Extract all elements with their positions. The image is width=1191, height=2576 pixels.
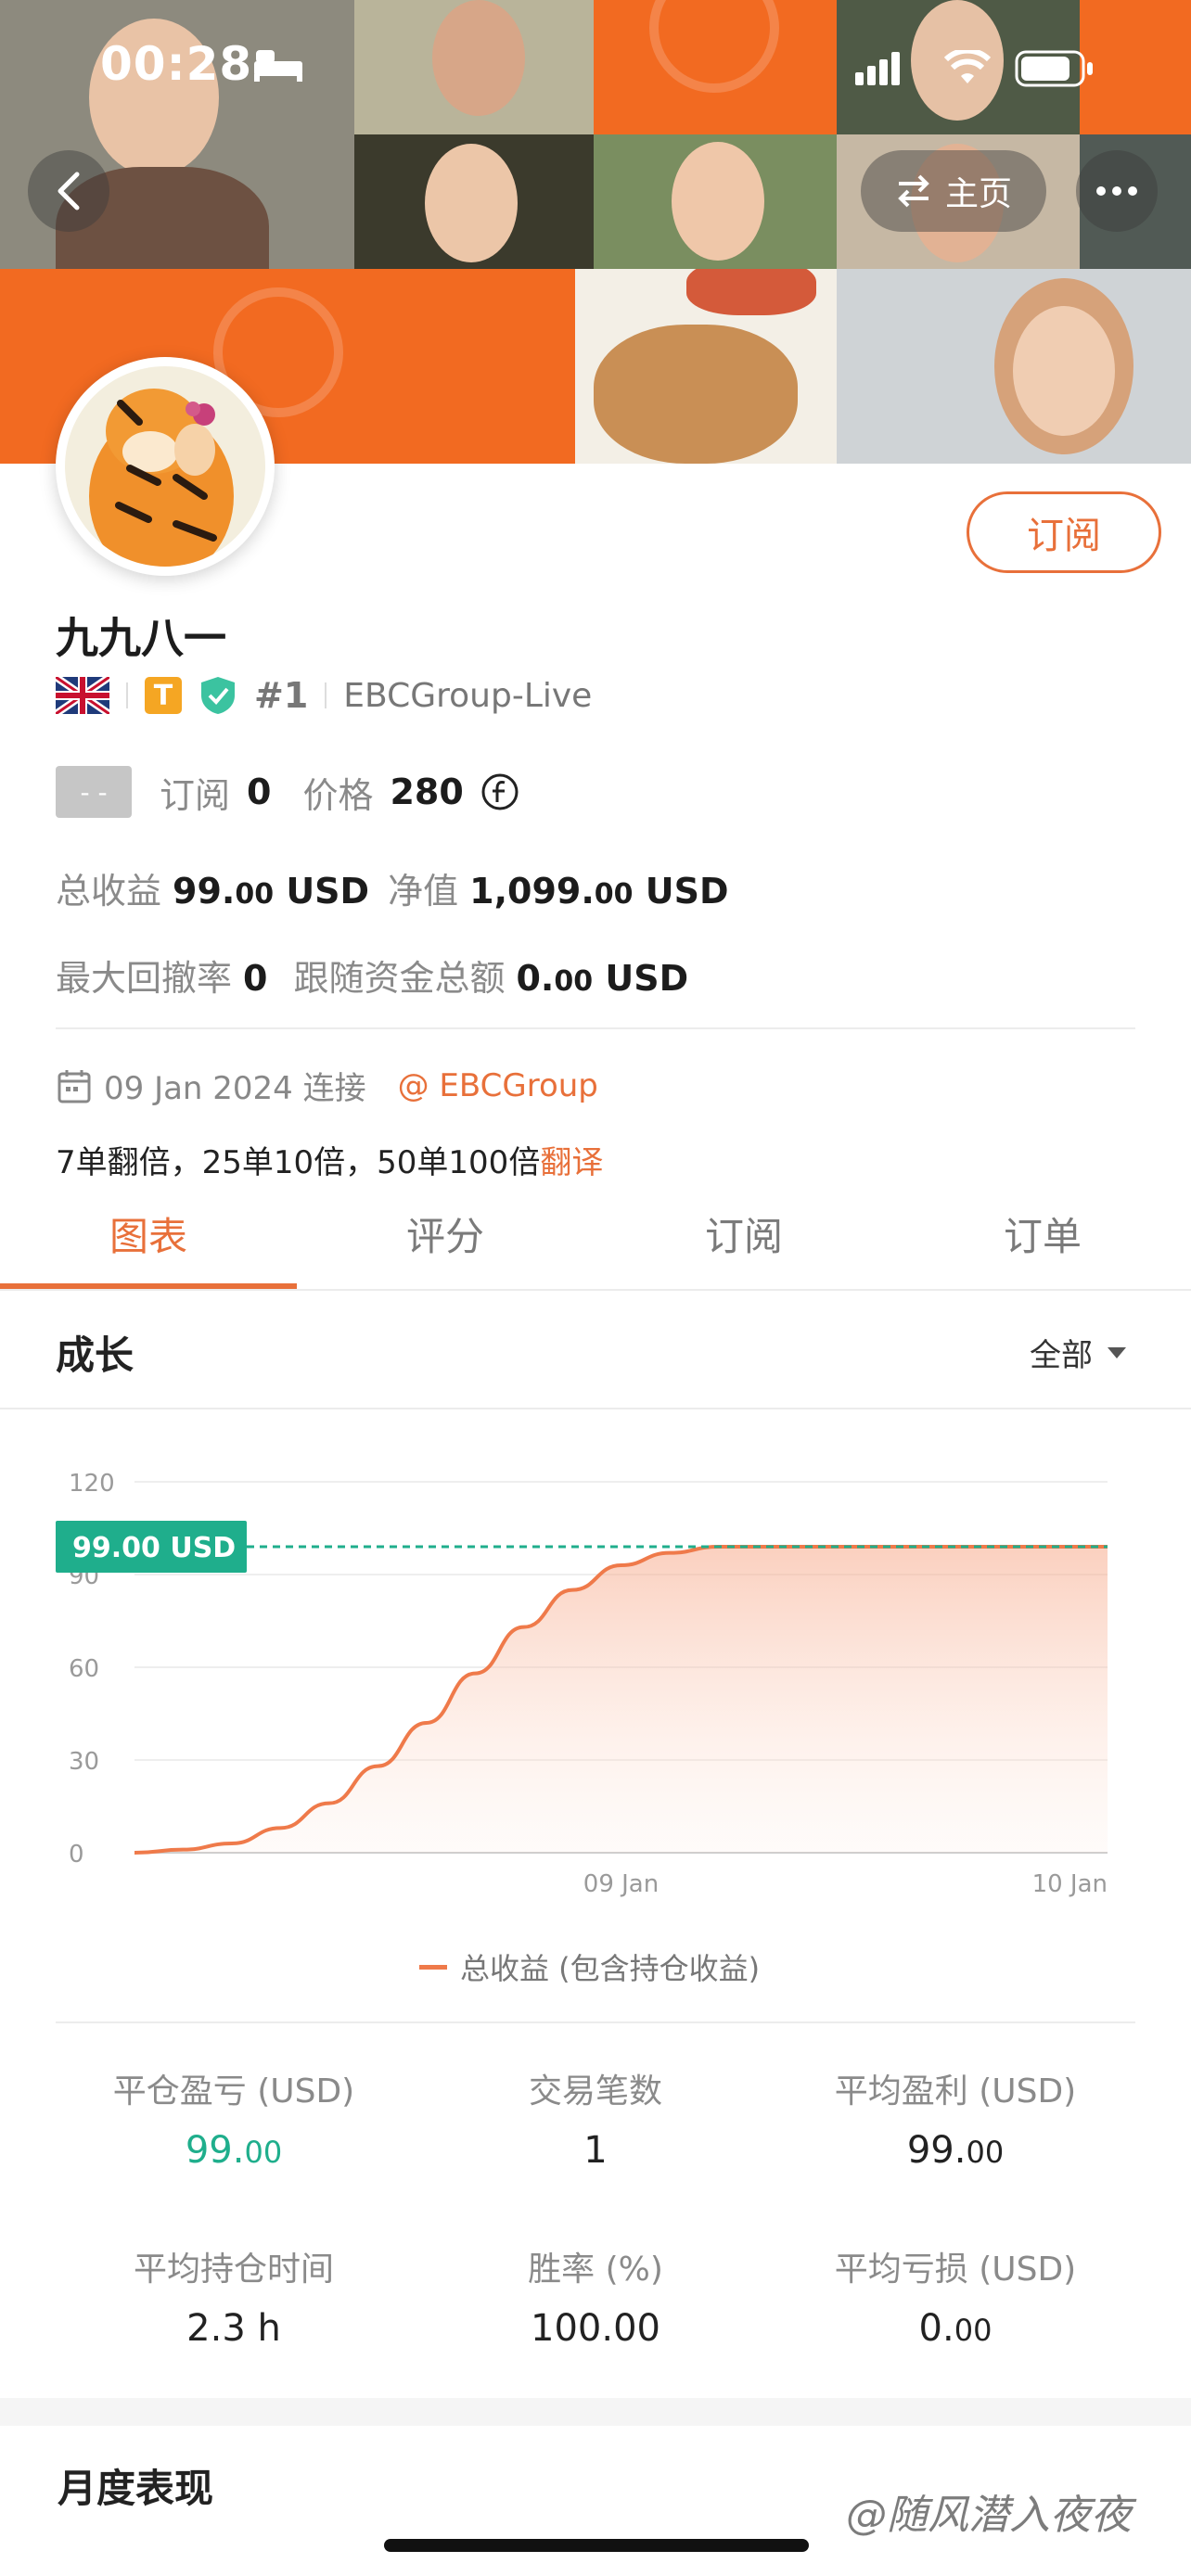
range-filter-label: 全部 (1030, 1337, 1093, 1374)
max-drawdown-value: 0 (243, 958, 268, 999)
banner-pattern (354, 269, 575, 464)
divider (56, 2021, 1135, 2023)
sleep-icon (252, 46, 304, 87)
more-icon (1096, 186, 1137, 196)
chevron-left-icon (58, 172, 80, 210)
price-row: - - 订阅 0 价格 280 (56, 766, 519, 818)
banner-photo (594, 134, 837, 269)
y-tick-label: 30 (69, 1748, 99, 1776)
connect-row: 09 Jan 2024 连接 @ EBCGroup (56, 1063, 598, 1108)
tiger-avatar-image (89, 389, 234, 567)
growth-chart: 120906030009 Jan 10 Jan 99.00 USD (56, 1470, 1108, 1898)
chart-legend: 总收益 (包含持仓收益) (419, 1945, 760, 1988)
y-tick-label: 0 (69, 1841, 84, 1868)
tab-bar: 图表 评分 订阅 订单 (0, 1187, 1191, 1291)
x-tick-label: 10 Jan (1032, 1870, 1108, 1898)
profit-row: 总收益 99.00 USD 净值 1,099.00 USD (56, 862, 729, 913)
wifi-icon (943, 47, 992, 89)
tab-rating[interactable]: 评分 (297, 1205, 594, 1262)
badges-row: T #1 EBCGroup-Live (56, 675, 592, 716)
monthly-title: 月度表现 (58, 2466, 214, 2511)
verified-shield-icon (201, 677, 235, 714)
growth-area (134, 1547, 1108, 1853)
growth-title: 成长 (56, 1333, 134, 1378)
status-chip: - - (56, 766, 132, 818)
calendar-icon (58, 1069, 91, 1103)
more-button[interactable] (1076, 150, 1158, 232)
subscriptions-label: 订阅 (160, 774, 231, 816)
y-tick-label: 60 (69, 1655, 99, 1683)
legend-swatch (419, 1964, 447, 1970)
coin-icon (481, 773, 519, 810)
avatar[interactable] (56, 357, 275, 576)
tier-badge: T (145, 677, 182, 714)
status-time: 00:28 (100, 37, 253, 91)
stat-avg-profit: 平均盈利 (USD) 99.00 (834, 2072, 1077, 2172)
tab-subscriptions[interactable]: 订阅 (596, 1205, 892, 1262)
price-label: 价格 (302, 774, 374, 816)
growth-header: 成长 全部 (0, 1291, 1191, 1409)
range-filter[interactable]: 全部 (1030, 1330, 1128, 1375)
subscribe-button[interactable]: 订阅 (967, 491, 1161, 573)
tab-orders[interactable]: 订单 (894, 1205, 1191, 1262)
stat-avg-loss: 平均亏损 (USD) 0.00 (834, 2251, 1077, 2350)
follow-funds-label: 跟随资金总额 (293, 958, 506, 999)
total-profit-value: 99.00 USD (173, 871, 370, 912)
tab-chart[interactable]: 图表 (0, 1205, 297, 1262)
divider (56, 1027, 1135, 1029)
net-value-label: 净值 (388, 871, 459, 912)
price-value: 280 (390, 772, 464, 812)
y-tick-label: 120 (69, 1470, 115, 1498)
banner-pattern (594, 0, 837, 134)
bio-text: 7单翻倍，25单10倍，50单100倍翻译 (56, 1144, 604, 1181)
translate-link[interactable]: 翻译 (540, 1144, 603, 1181)
banner-photo (837, 269, 1191, 464)
legend-label: 总收益 (包含持仓收益) (460, 1951, 761, 1986)
banner-photo (354, 134, 594, 269)
section-gap (0, 2398, 1191, 2426)
stat-trade-count: 交易笔数 1 (528, 2072, 662, 2172)
follow-funds-value: 0.00 USD (516, 958, 689, 999)
caret-down-icon (1108, 1346, 1126, 1358)
tab-active-indicator (0, 1283, 297, 1289)
banner-photo (354, 0, 594, 134)
value-marker-tag: 99.00 USD (56, 1521, 247, 1573)
stat-win-rate: 胜率 (%) 100.00 (528, 2251, 663, 2350)
max-drawdown-label: 最大回撤率 (56, 958, 233, 999)
stat-closed-pnl: 平仓盈亏 (USD) 99.00 (112, 2072, 355, 2172)
x-tick-label: 09 Jan (583, 1870, 659, 1898)
signal-icon (855, 52, 902, 89)
server-name: EBCGroup-Live (343, 676, 593, 715)
banner-tiger-art (575, 269, 837, 464)
home-label: 主页 (944, 175, 1012, 213)
stat-avg-hold-time: 平均持仓时间 2.3 h (133, 2251, 334, 2350)
back-button[interactable] (28, 150, 109, 232)
banner-pattern (1080, 0, 1191, 134)
home-indicator (384, 2539, 809, 2552)
total-profit-label: 总收益 (56, 871, 162, 912)
svg-text:99.00 USD: 99.00 USD (72, 1532, 236, 1564)
watermark: @随风潜入夜夜 (846, 2492, 1132, 2539)
subscriptions-value: 0 (247, 772, 272, 812)
trader-name: 九九八一 (56, 613, 226, 663)
rank-label: #1 (254, 675, 309, 716)
home-button[interactable]: 主页 (861, 150, 1046, 232)
battery-icon (1015, 50, 1095, 91)
broker-link[interactable]: @ EBCGroup (398, 1067, 598, 1104)
connect-date: 09 Jan 2024 连接 (104, 1070, 366, 1107)
switch-icon (898, 174, 929, 208)
drawdown-row: 最大回撤率 0 跟随资金总额 0.00 USD (56, 950, 688, 1001)
uk-flag-icon (56, 677, 109, 714)
net-value-value: 1,099.00 USD (469, 871, 729, 912)
